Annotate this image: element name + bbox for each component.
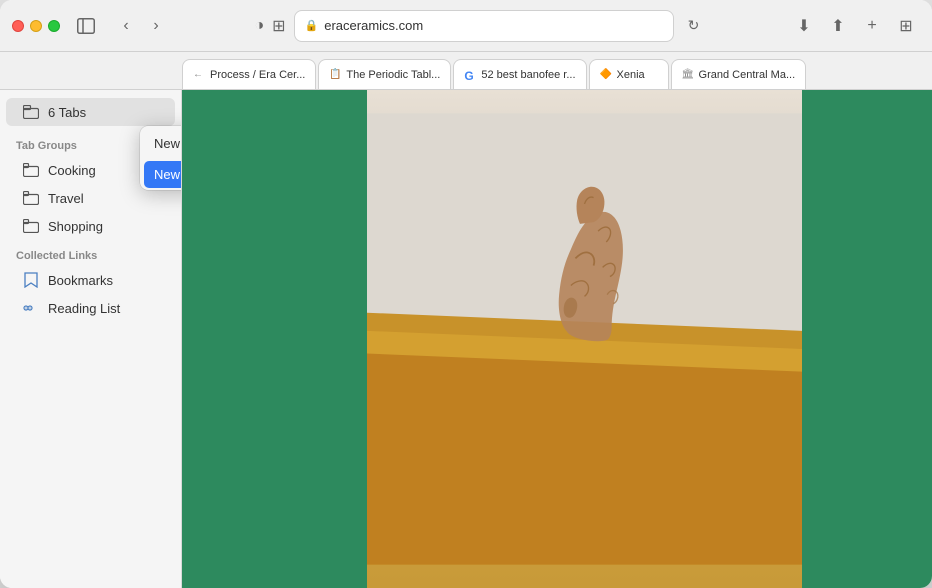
maximize-button[interactable] (48, 20, 60, 32)
tab-process[interactable]: ← Process / Era Cer... (182, 59, 316, 89)
tabs-overview-icon[interactable]: ⊞ (272, 16, 285, 36)
new-tab-button[interactable]: + (858, 12, 886, 40)
tab-label-4: Xenia (617, 69, 645, 81)
tabs-bar: ← Process / Era Cer... 📋 The Periodic Ta… (0, 52, 932, 90)
page-right-column (802, 90, 932, 588)
dropdown-item-empty-group[interactable]: New Empty Tab Group (144, 128, 182, 159)
travel-label: Travel (48, 191, 84, 206)
sidebar-icon (77, 18, 95, 34)
address-bar-area: ◑ ⊞ 🔒 eraceramics.com ↻ (178, 10, 782, 42)
tab-favicon-4: 🔶 (600, 69, 612, 81)
tab-favicon-2: 📋 (329, 69, 341, 81)
tab-favicon-3: G (464, 69, 476, 81)
close-button[interactable] (12, 20, 24, 32)
sidebar-6tabs-label: 6 Tabs (48, 105, 86, 120)
reading-list-icon (22, 299, 40, 317)
browser-content (182, 90, 932, 588)
bookmarks-icon (22, 271, 40, 289)
tab-label-2: The Periodic Tabl... (346, 69, 440, 81)
nav-buttons: ‹ › (112, 12, 170, 40)
tab-label-1: Process / Era Cer... (210, 69, 305, 81)
dropdown-menu: New Empty Tab Group New Tab Group with 6… (140, 126, 182, 190)
tabs-icon (22, 103, 40, 121)
address-bar[interactable]: 🔒 eraceramics.com (294, 10, 674, 42)
travel-icon (22, 189, 40, 207)
reading-list-label: Reading List (48, 301, 120, 316)
tab-grandcentral[interactable]: 🏛 Grand Central Ma... (671, 59, 807, 89)
tab-grid-button[interactable]: ⊞ (892, 12, 920, 40)
tab-favicon-5: 🏛 (682, 69, 694, 81)
forward-button[interactable]: › (142, 12, 170, 40)
webpage (182, 90, 932, 588)
cooking-icon (22, 161, 40, 179)
page-center-content (367, 90, 802, 588)
sidebar-item-bookmarks[interactable]: Bookmarks (6, 266, 175, 294)
cooking-label: Cooking (48, 163, 96, 178)
dropdown-item1-label: New Empty Tab Group (154, 136, 182, 151)
tab-label-3: 52 best banofee r... (481, 69, 575, 81)
traffic-lights (12, 20, 60, 32)
dropdown-item2-label: New Tab Group with 6 Tabs (154, 167, 182, 182)
sidebar: 6 Tabs Tab Groups Cooking (0, 90, 182, 588)
downloads-button[interactable]: ⬇ (790, 12, 818, 40)
main-area: 6 Tabs Tab Groups Cooking (0, 90, 932, 588)
share-button[interactable]: ⬆ (824, 12, 852, 40)
ceramic-image (367, 90, 802, 588)
tab-periodic[interactable]: 📋 The Periodic Tabl... (318, 59, 451, 89)
tab-favicon-1: ← (193, 69, 205, 81)
shopping-label: Shopping (48, 219, 103, 234)
url-text: eraceramics.com (324, 18, 423, 33)
tabs-container: ← Process / Era Cer... 📋 The Periodic Ta… (182, 59, 806, 89)
ceramic-svg (367, 90, 802, 588)
minimize-button[interactable] (30, 20, 42, 32)
lock-icon: 🔒 (305, 19, 319, 32)
toolbar-right: ⬇ ⬆ + ⊞ (790, 12, 920, 40)
title-bar: ‹ › ◑ ⊞ 🔒 eraceramics.com ↻ ⬇ ⬆ + ⊞ (0, 0, 932, 52)
shopping-icon (22, 217, 40, 235)
sidebar-toggle-button[interactable] (72, 15, 100, 37)
browser-window: ‹ › ◑ ⊞ 🔒 eraceramics.com ↻ ⬇ ⬆ + ⊞ ← Pr (0, 0, 932, 588)
dropdown-item-with-tabs[interactable]: New Tab Group with 6 Tabs (144, 161, 182, 188)
tab-banoffee[interactable]: G 52 best banofee r... (453, 59, 586, 89)
tab-label-5: Grand Central Ma... (699, 69, 796, 81)
privacy-icon[interactable]: ◑ (254, 17, 264, 35)
tab-xenia[interactable]: 🔶 Xenia (589, 59, 669, 89)
page-left-column (182, 90, 367, 588)
sidebar-item-shopping[interactable]: Shopping (6, 212, 175, 240)
sidebar-item-reading-list[interactable]: Reading List (6, 294, 175, 322)
bookmarks-label: Bookmarks (48, 273, 113, 288)
sidebar-item-6tabs[interactable]: 6 Tabs (6, 98, 175, 126)
reload-button[interactable]: ↻ (682, 14, 706, 38)
back-button[interactable]: ‹ (112, 12, 140, 40)
collected-links-header: Collected Links (0, 240, 181, 266)
